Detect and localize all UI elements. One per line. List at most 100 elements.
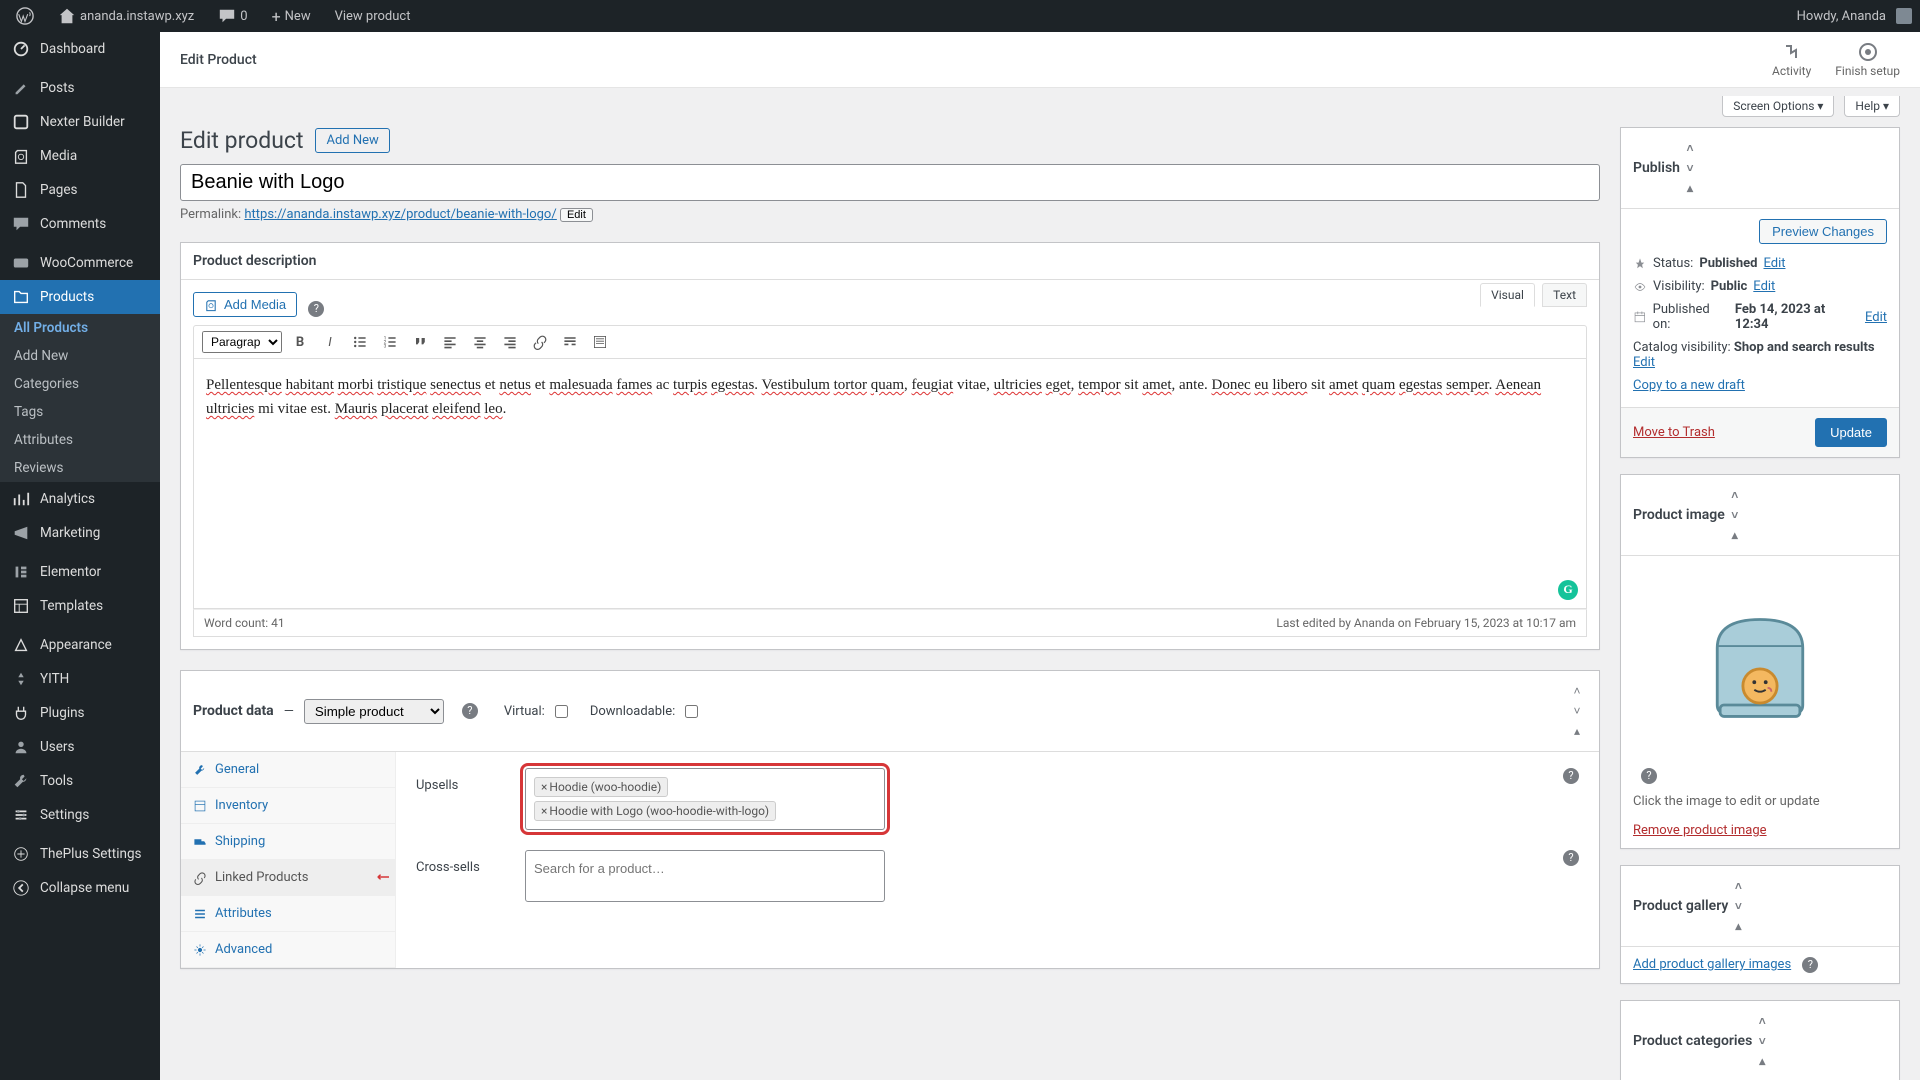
bold-button[interactable]: B [288,330,312,354]
ol-button[interactable]: 123 [378,330,402,354]
menu-plugins[interactable]: Plugins [0,696,160,730]
toggle-icon[interactable]: ▴ [1567,721,1587,741]
editor-content[interactable]: Pellentesque habitant morbi tristique se… [193,359,1587,609]
permalink-link[interactable]: https://ananda.instawp.xyz/product/beani… [244,207,556,222]
move-down-icon[interactable]: ˅ [1567,701,1587,721]
downloadable-checkbox[interactable] [685,705,698,718]
tab-advanced[interactable]: Advanced [181,932,395,968]
site-name[interactable]: ananda.instawp.xyz [50,7,202,25]
toolbar-toggle-button[interactable] [588,330,612,354]
submenu-categories[interactable]: Categories [0,370,160,398]
submenu-reviews[interactable]: Reviews [0,454,160,482]
grammarly-icon[interactable]: G [1558,580,1578,600]
move-to-trash-link[interactable]: Move to Trash [1633,425,1715,440]
wp-logo[interactable] [8,7,42,25]
product-image-thumbnail[interactable] [1633,572,1887,762]
more-button[interactable] [558,330,582,354]
align-center-button[interactable] [468,330,492,354]
move-up-icon[interactable]: ˄ [1680,138,1700,158]
menu-media[interactable]: Media [0,139,160,173]
help-icon[interactable]: ? [1563,850,1579,866]
help-icon[interactable]: ? [1563,768,1579,784]
quote-button[interactable] [408,330,432,354]
help-icon[interactable]: ? [1802,957,1818,973]
permalink-edit-button[interactable]: Edit [560,208,593,222]
menu-woocommerce[interactable]: WooCommerce [0,246,160,280]
submenu-attributes[interactable]: Attributes [0,426,160,454]
move-down-icon[interactable]: ˅ [1680,158,1700,178]
italic-button[interactable]: I [318,330,342,354]
menu-users[interactable]: Users [0,730,160,764]
menu-appearance[interactable]: Appearance [0,628,160,662]
move-down-icon[interactable]: ˅ [1752,1031,1772,1051]
activity-button[interactable]: Activity [1772,42,1811,78]
view-product-link[interactable]: View product [327,9,419,24]
tab-linked-products[interactable]: Linked Products [181,860,395,896]
move-up-icon[interactable]: ˄ [1567,681,1587,701]
cross-sells-input[interactable] [532,857,878,880]
menu-templates[interactable]: Templates [0,589,160,623]
avatar[interactable] [1896,8,1912,24]
remove-image-link[interactable]: Remove product image [1633,823,1767,838]
date-edit-link[interactable]: Edit [1865,310,1887,325]
menu-tools[interactable]: Tools [0,764,160,798]
visibility-edit-link[interactable]: Edit [1753,279,1775,294]
text-tab[interactable]: Text [1542,283,1587,307]
toggle-icon[interactable]: ▴ [1680,178,1700,198]
help-icon[interactable]: ? [308,301,324,317]
menu-marketing[interactable]: Marketing [0,516,160,550]
product-type-select[interactable]: Simple product [304,699,444,724]
format-select[interactable]: Paragraph [202,331,282,353]
catalog-edit-link[interactable]: Edit [1633,355,1655,370]
menu-collapse[interactable]: Collapse menu [0,871,160,905]
menu-theplus[interactable]: ThePlus Settings [0,837,160,871]
align-left-button[interactable] [438,330,462,354]
menu-dashboard[interactable]: Dashboard [0,32,160,66]
link-button[interactable] [528,330,552,354]
tab-shipping[interactable]: Shipping [181,824,395,860]
submenu-tags[interactable]: Tags [0,398,160,426]
tab-attributes[interactable]: Attributes [181,896,395,932]
howdy-text[interactable]: Howdy, Ananda [1797,9,1886,24]
ul-button[interactable] [348,330,372,354]
submenu-add-new[interactable]: Add New [0,342,160,370]
virtual-checkbox[interactable] [555,705,568,718]
toggle-icon[interactable]: ▴ [1752,1051,1772,1071]
move-down-icon[interactable]: ˅ [1728,896,1748,916]
menu-nexter[interactable]: Nexter Builder [0,105,160,139]
toggle-icon[interactable]: ▴ [1725,525,1745,545]
visual-tab[interactable]: Visual [1480,283,1535,307]
help-icon[interactable]: ? [1641,768,1657,784]
help-icon[interactable]: ? [462,703,478,719]
finish-setup-button[interactable]: Finish setup [1835,42,1900,78]
add-new-button[interactable]: Add New [315,128,389,153]
screen-options-tab[interactable]: Screen Options ▾ [1722,96,1834,117]
update-button[interactable]: Update [1815,418,1887,447]
help-tab[interactable]: Help ▾ [1844,96,1900,117]
move-down-icon[interactable]: ˅ [1725,505,1745,525]
tab-general[interactable]: General [181,752,395,788]
cross-sells-field[interactable] [525,850,885,902]
add-media-button[interactable]: Add Media [193,292,297,317]
upsell-tag[interactable]: ×Hoodie (woo-hoodie) [534,777,668,797]
preview-changes-button[interactable]: Preview Changes [1759,219,1887,244]
upsell-tag[interactable]: ×Hoodie with Logo (woo-hoodie-with-logo) [534,801,776,821]
move-up-icon[interactable]: ˄ [1752,1011,1772,1031]
add-gallery-images-link[interactable]: Add product gallery images [1633,957,1791,972]
menu-comments[interactable]: Comments [0,207,160,241]
upsells-field[interactable]: ×Hoodie (woo-hoodie) ×Hoodie with Logo (… [525,768,885,830]
toggle-icon[interactable]: ▴ [1728,916,1748,936]
menu-analytics[interactable]: Analytics [0,482,160,516]
align-right-button[interactable] [498,330,522,354]
new-content[interactable]: +New [264,7,319,26]
product-title-input[interactable] [180,164,1600,201]
move-up-icon[interactable]: ˄ [1728,876,1748,896]
copy-draft-link[interactable]: Copy to a new draft [1633,378,1745,393]
submenu-all-products[interactable]: All Products [0,314,160,342]
menu-posts[interactable]: Posts [0,71,160,105]
tab-inventory[interactable]: Inventory [181,788,395,824]
menu-yith[interactable]: YITH [0,662,160,696]
menu-pages[interactable]: Pages [0,173,160,207]
menu-elementor[interactable]: Elementor [0,555,160,589]
comments-count[interactable]: 0 [210,7,255,25]
